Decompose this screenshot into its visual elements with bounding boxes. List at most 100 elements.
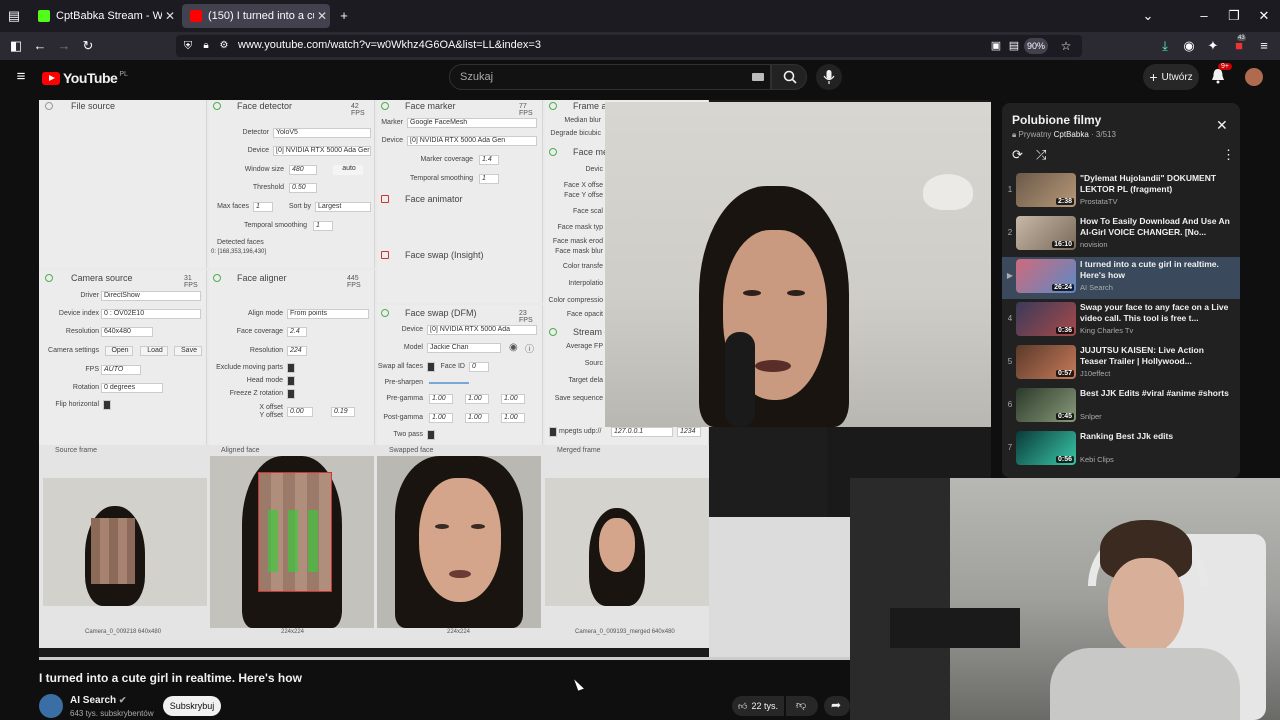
rotation-select[interactable]: 0 degrees xyxy=(101,383,163,393)
power-icon[interactable] xyxy=(45,274,53,282)
window-auto-button[interactable]: auto xyxy=(333,165,363,175)
youtube-logo[interactable]: YouTube PL xyxy=(42,70,128,86)
channel-name[interactable]: AI Search ✔ xyxy=(70,695,126,706)
threshold-input[interactable]: 0.50 xyxy=(289,183,317,193)
playlist-item[interactable]: 7 0:56 Ranking Best JJk edits Kebi Clips xyxy=(1002,429,1240,471)
url-bar[interactable]: ⛨ 🔒︎ ⚙ www.youtube.com/watch?v=w0Wkhz4G6… xyxy=(176,35,1082,57)
bookmark-star-icon[interactable]: ☆ xyxy=(1058,38,1074,54)
tab-overview-icon[interactable]: ▤ xyxy=(6,8,22,24)
menu-icon[interactable]: ≡ xyxy=(1256,38,1272,54)
back-icon[interactable]: ← xyxy=(32,38,48,54)
temporal-smoothing-input[interactable]: 1 xyxy=(479,174,499,184)
dislike-button[interactable]: 👎︎ xyxy=(786,696,818,716)
window-size-input[interactable]: 480 xyxy=(289,165,317,175)
eye-icon[interactable]: ◉ xyxy=(509,342,518,353)
like-button[interactable]: 👍︎ 22 tys. xyxy=(732,696,784,716)
new-tab-icon[interactable]: + xyxy=(336,8,352,24)
resolution-input[interactable]: 224 xyxy=(287,346,307,356)
tab-youtube[interactable]: (150) I turned into a cute gi ✕ xyxy=(182,4,330,28)
user-avatar[interactable] xyxy=(1245,68,1263,86)
freeze-z-checkbox[interactable] xyxy=(287,389,295,399)
power-icon[interactable] xyxy=(549,328,557,336)
power-icon[interactable] xyxy=(213,102,221,110)
device-index-select[interactable]: 0 : OV02E10 xyxy=(101,309,201,319)
face-id-input[interactable]: 0 xyxy=(469,362,489,372)
account-icon[interactable]: ◉ xyxy=(1181,38,1197,54)
notifications-button[interactable]: 9+ xyxy=(1210,63,1232,86)
post-gamma-r-input[interactable]: 1.00 xyxy=(429,413,453,423)
camera-open-button[interactable]: Open xyxy=(105,346,133,356)
detector-select[interactable]: YoloV5 xyxy=(273,128,371,138)
search-button[interactable] xyxy=(771,64,807,90)
maximize-icon[interactable]: ❐ xyxy=(1226,8,1242,24)
resolution-select[interactable]: 640x480 xyxy=(101,327,153,337)
playlist-item[interactable]: 5 0:57 JUJUTSU KAISEN: Live Action Tease… xyxy=(1002,343,1240,385)
y-offset-input[interactable]: 0.19 xyxy=(331,407,355,417)
pre-gamma-b-input[interactable]: 1.00 xyxy=(501,394,525,404)
create-button[interactable]: + Utwórz xyxy=(1143,64,1199,90)
power-icon[interactable] xyxy=(549,148,557,156)
marker-select[interactable]: Google FaceMesh xyxy=(407,118,537,128)
model-select[interactable]: Jackie Chan xyxy=(427,343,501,353)
forward-icon[interactable]: → xyxy=(56,38,72,54)
hamburger-menu-icon[interactable]: ≡ xyxy=(13,69,29,85)
power-icon[interactable] xyxy=(381,251,389,259)
close-window-icon[interactable]: ✕ xyxy=(1256,8,1272,24)
power-icon[interactable] xyxy=(381,309,389,317)
align-mode-select[interactable]: From points xyxy=(287,309,369,319)
sort-by-select[interactable]: Largest xyxy=(315,202,371,212)
zoom-level[interactable]: 90% xyxy=(1024,38,1048,54)
flip-horizontal-checkbox[interactable] xyxy=(103,400,111,410)
pre-gamma-g-input[interactable]: 1.00 xyxy=(465,394,489,404)
reload-icon[interactable]: ↻ xyxy=(80,38,96,54)
mpegts-address-input[interactable]: 127.0.0.1 xyxy=(611,427,673,437)
mpegts-port-input[interactable]: 1234 xyxy=(677,427,701,437)
camera-save-button[interactable]: Save xyxy=(174,346,202,356)
playlist-item[interactable]: 1 2:38 "Dylemat Hujolandii" DOKUMENT LEK… xyxy=(1002,171,1240,213)
device-select[interactable]: [0] NVIDIA RTX 5000 Ada xyxy=(427,325,537,335)
keyboard-icon[interactable] xyxy=(752,73,764,81)
head-mode-checkbox[interactable] xyxy=(287,376,295,386)
power-icon[interactable] xyxy=(381,102,389,110)
face-coverage-input[interactable]: 2.4 xyxy=(287,327,307,337)
loop-icon[interactable]: ⟳ xyxy=(1012,147,1023,163)
marker-coverage-input[interactable]: 1.4 xyxy=(479,155,499,165)
device-select[interactable]: [0] NVIDIA RTX 5000 Ada Gen xyxy=(407,136,537,146)
search-input[interactable]: Szukaj xyxy=(449,64,771,90)
picture-in-picture-icon[interactable]: ▣ xyxy=(988,38,1004,54)
pre-sharpen-slider[interactable] xyxy=(429,382,469,384)
shuffle-icon[interactable]: ⤮ xyxy=(1036,147,1046,163)
info-icon[interactable]: ⓘ xyxy=(525,342,534,355)
swap-all-checkbox[interactable] xyxy=(427,362,435,372)
playlist-item[interactable]: 6 0:45 Best JJK Edits #viral #anime #sho… xyxy=(1002,386,1240,428)
video-progress-bar[interactable] xyxy=(39,657,991,660)
driver-select[interactable]: DirectShow xyxy=(101,291,201,301)
voice-search-button[interactable] xyxy=(816,64,842,90)
close-tab-icon[interactable]: ✕ xyxy=(314,9,330,23)
minimize-icon[interactable]: – xyxy=(1196,8,1212,24)
subscribe-button[interactable]: Subskrybuj xyxy=(163,696,221,716)
more-options-icon[interactable]: ⋮ xyxy=(1222,147,1235,163)
two-pass-checkbox[interactable] xyxy=(427,430,435,440)
max-faces-input[interactable]: 1 xyxy=(253,202,273,212)
post-gamma-g-input[interactable]: 1.00 xyxy=(465,413,489,423)
reader-view-icon[interactable]: ▤ xyxy=(1006,38,1022,54)
playlist-owner[interactable]: CptBabka xyxy=(1054,130,1089,139)
close-playlist-icon[interactable]: ✕ xyxy=(1216,117,1228,134)
tab-list-icon[interactable]: ⌄ xyxy=(1140,8,1156,24)
power-icon[interactable] xyxy=(549,102,557,110)
tab-cptbabka[interactable]: CptBabka Stream - Watch Live o ✕ xyxy=(30,4,178,28)
exclude-moving-checkbox[interactable] xyxy=(287,363,295,373)
extensions-icon[interactable]: ✦ xyxy=(1205,38,1221,54)
power-icon[interactable] xyxy=(45,102,53,110)
power-icon[interactable] xyxy=(381,195,389,203)
playlist-item[interactable]: 2 16:10 How To Easily Download And Use A… xyxy=(1002,214,1240,256)
fps-input[interactable]: AUTO xyxy=(101,365,141,375)
mpegts-checkbox[interactable] xyxy=(549,427,557,437)
channel-avatar[interactable] xyxy=(39,694,63,718)
pre-gamma-r-input[interactable]: 1.00 xyxy=(429,394,453,404)
post-gamma-b-input[interactable]: 1.00 xyxy=(501,413,525,423)
video-player[interactable]: File source Camera source 31 FPS Driver … xyxy=(39,100,991,660)
close-tab-icon[interactable]: ✕ xyxy=(162,9,178,23)
sidebar-icon[interactable]: ◧ xyxy=(8,38,24,54)
